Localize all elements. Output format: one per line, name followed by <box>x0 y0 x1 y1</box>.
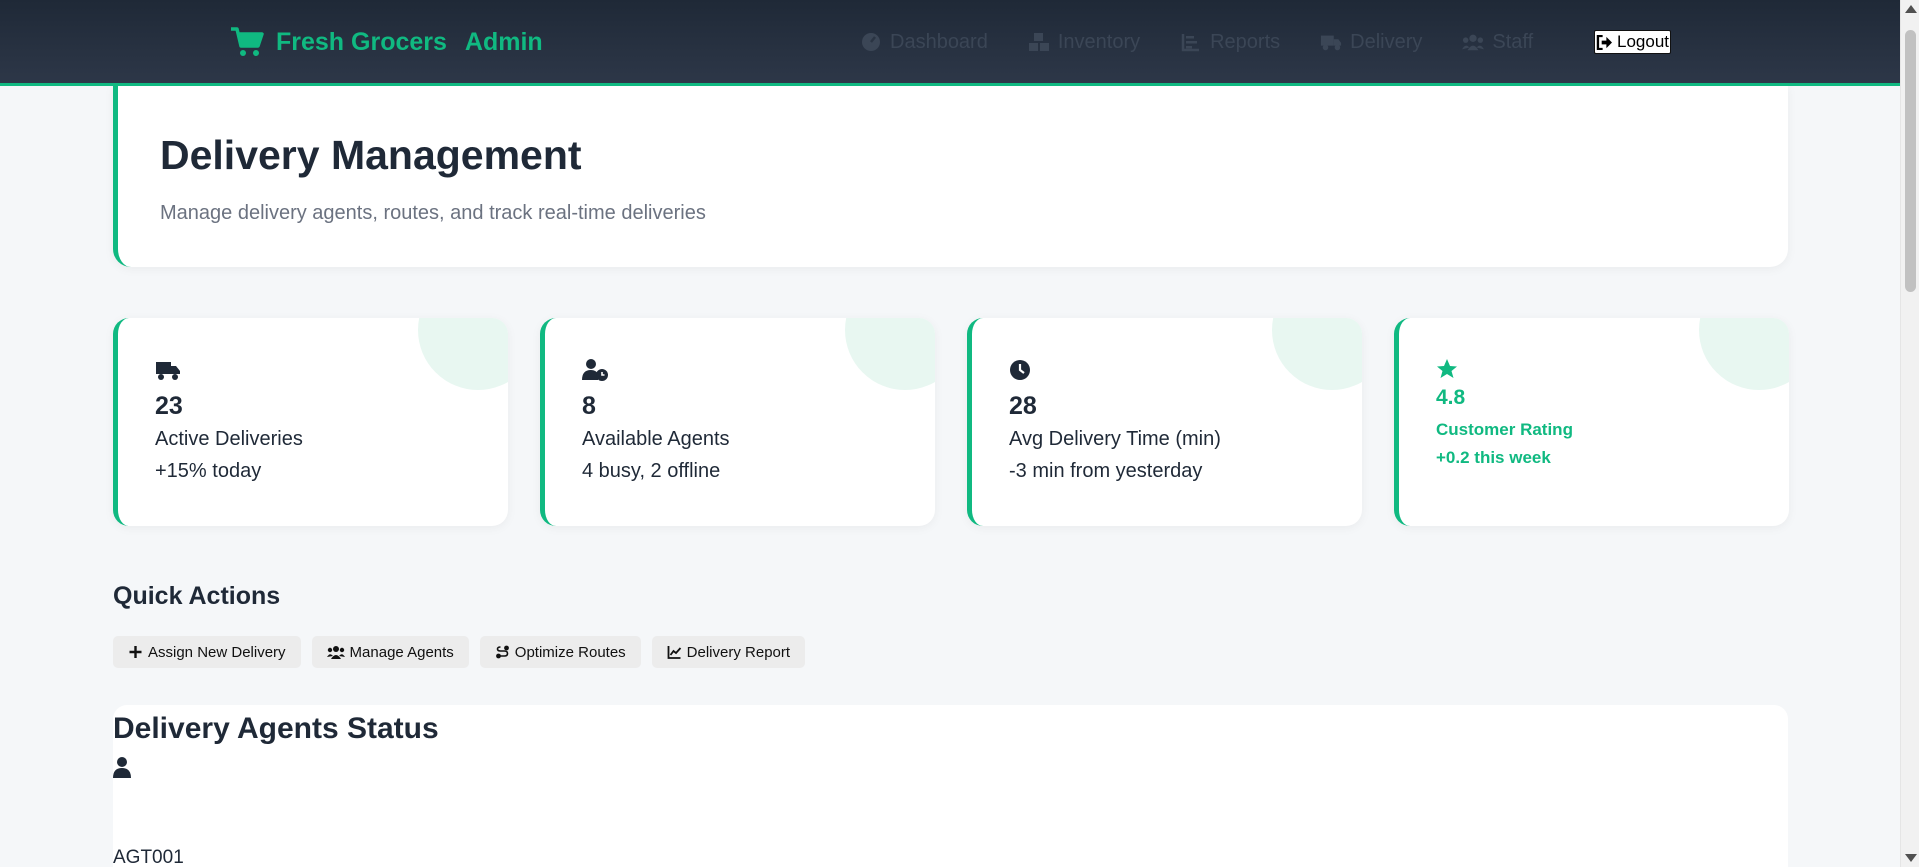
truck-icon <box>1321 35 1342 51</box>
stat-label: Avg Delivery Time (min) <box>1009 428 1221 450</box>
button-label: Manage Agents <box>349 643 454 661</box>
page-scrollbar[interactable] <box>1900 0 1919 867</box>
stat-value: 23 <box>155 392 183 420</box>
delivery-agents-section: Delivery Agents Status AGT001 <box>113 705 1788 867</box>
stat-trend: -3 min from yesterday <box>1009 460 1203 482</box>
clock-icon <box>1010 360 1030 380</box>
line-chart-icon <box>667 646 681 659</box>
page-subtitle: Manage delivery agents, routes, and trac… <box>160 202 706 224</box>
stat-label: Available Agents <box>582 428 730 450</box>
main-nav: Dashboard Inventory Reports Delivery Sta… <box>860 26 1533 58</box>
nav-staff[interactable]: Staff <box>1462 31 1533 54</box>
boxes-icon <box>1028 33 1049 51</box>
button-label: Assign New Delivery <box>148 643 286 661</box>
stat-trend: 4 busy, 2 offline <box>582 460 721 482</box>
stat-label: Customer Rating <box>1436 420 1573 439</box>
brand-suffix: Admin <box>464 27 543 56</box>
stat-card-available-agents: 8 Available Agents 4 busy, 2 offline <box>540 318 935 526</box>
quick-actions-bar: Assign New Delivery Manage Agents Optimi… <box>113 636 806 668</box>
top-navigation-bar: Fresh Grocers Admin Dashboard Inventory <box>0 0 1900 86</box>
users-icon <box>326 646 345 659</box>
nav-staff-label: Staff <box>1492 30 1534 53</box>
brand[interactable]: Fresh Grocers Admin <box>230 22 543 62</box>
chart-icon <box>1181 34 1200 52</box>
truck-icon <box>156 362 180 380</box>
scrollbar-thumb[interactable] <box>1905 30 1916 292</box>
scroll-up-icon[interactable] <box>1905 5 1917 13</box>
users-icon <box>1462 34 1485 51</box>
star-icon <box>1437 359 1457 378</box>
user-icon <box>113 757 131 778</box>
dashboard-icon <box>862 33 880 51</box>
nav-inventory[interactable]: Inventory <box>1028 31 1140 54</box>
agent-id: AGT001 <box>113 847 184 867</box>
agents-section-title: Delivery Agents Status <box>113 712 439 745</box>
card-decoration <box>418 318 508 390</box>
nav-dashboard-label: Dashboard <box>890 30 988 53</box>
stat-value: 4.8 <box>1436 386 1466 409</box>
card-decoration <box>1272 318 1362 390</box>
manage-agents-button[interactable]: Manage Agents <box>311 636 469 668</box>
logout-button[interactable]: Logout <box>1594 30 1671 54</box>
quick-actions-title: Quick Actions <box>113 582 281 610</box>
button-label: Delivery Report <box>686 643 791 661</box>
page-title: Delivery Management <box>160 132 582 178</box>
button-label: Optimize Routes <box>514 643 626 661</box>
cart-icon <box>231 27 264 56</box>
route-icon <box>495 645 509 659</box>
logout-icon <box>1596 34 1612 50</box>
stat-card-avg-delivery-time: 28 Avg Delivery Time (min) -3 min from y… <box>967 318 1362 526</box>
optimize-routes-button[interactable]: Optimize Routes <box>479 636 641 668</box>
stat-label: Active Deliveries <box>155 428 303 450</box>
stat-trend: +0.2 this week <box>1436 448 1551 467</box>
stat-card-customer-rating: 4.8 Customer Rating +0.2 this week <box>1394 318 1789 526</box>
nav-delivery[interactable]: Delivery <box>1320 31 1422 54</box>
user-clock-icon <box>582 359 608 381</box>
delivery-report-button[interactable]: Delivery Report <box>651 636 806 668</box>
assign-new-delivery-button[interactable]: Assign New Delivery <box>113 636 301 668</box>
stat-value: 28 <box>1009 392 1037 420</box>
nav-reports-label: Reports <box>1210 30 1281 53</box>
page-header-card: Delivery Management Manage delivery agen… <box>113 86 1788 267</box>
nav-delivery-label: Delivery <box>1350 30 1423 53</box>
stat-trend: +15% today <box>155 460 262 482</box>
nav-dashboard[interactable]: Dashboard <box>860 31 988 54</box>
nav-reports[interactable]: Reports <box>1180 31 1280 54</box>
stat-value: 8 <box>582 392 596 420</box>
nav-inventory-label: Inventory <box>1057 30 1141 53</box>
stat-card-active-deliveries: 23 Active Deliveries +15% today <box>113 318 508 526</box>
brand-name: Fresh Grocers <box>276 27 447 56</box>
stats-grid: 23 Active Deliveries +15% today 8 Availa… <box>113 318 1789 526</box>
card-decoration <box>845 318 935 390</box>
scroll-down-icon[interactable] <box>1905 854 1917 862</box>
card-decoration <box>1699 318 1789 390</box>
plus-icon <box>129 646 142 658</box>
logout-label: Logout <box>1617 32 1669 51</box>
